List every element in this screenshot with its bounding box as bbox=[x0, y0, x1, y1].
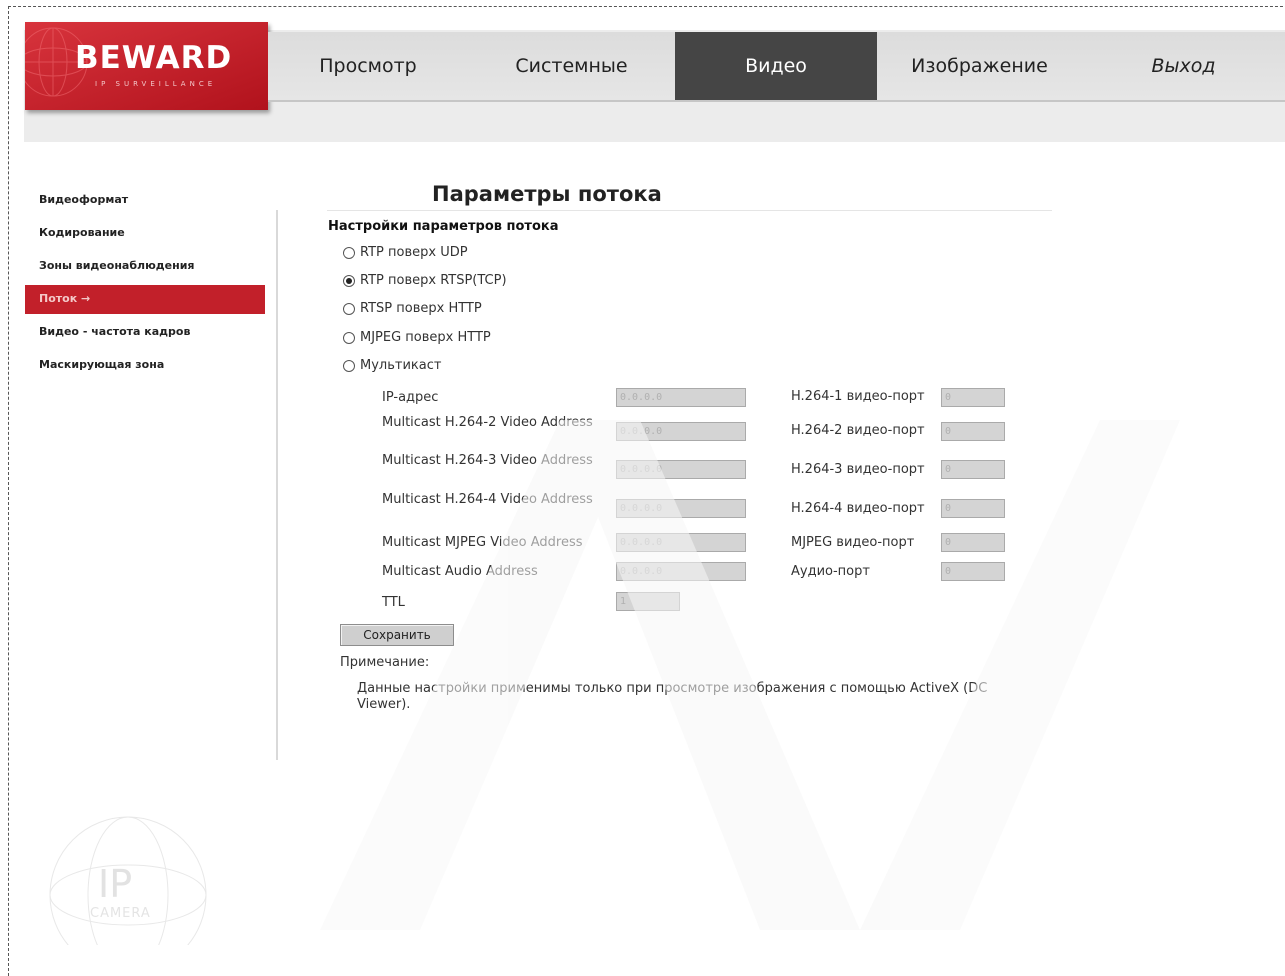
multicast-h264-4-label: Multicast H.264-4 Video Address bbox=[382, 492, 593, 507]
sidebar-item-encoding[interactable]: Кодирование bbox=[25, 219, 265, 252]
h264-4-port-label: H.264-4 видео-порт bbox=[791, 501, 925, 516]
tab-video[interactable]: Видео bbox=[675, 32, 877, 100]
radio-label: RTSP поверх HTTP bbox=[360, 301, 482, 316]
multicast-audio-label: Multicast Audio Address bbox=[382, 564, 538, 579]
logo-subtitle: IP SURVEILLANCE bbox=[95, 80, 217, 88]
logo-text: BEWARD bbox=[75, 40, 233, 76]
multicast-h264-4-input[interactable] bbox=[616, 499, 746, 518]
ttl-label: TTL bbox=[382, 595, 405, 610]
sidebar-divider bbox=[276, 210, 278, 760]
sidebar-item-stream[interactable]: Поток → bbox=[25, 285, 265, 314]
radio-button[interactable] bbox=[343, 274, 355, 287]
tab-system[interactable]: Системные bbox=[468, 32, 675, 100]
h264-4-port-input[interactable] bbox=[941, 499, 1005, 518]
multicast-ip-input[interactable] bbox=[616, 388, 746, 407]
audio-port-input[interactable] bbox=[941, 562, 1005, 581]
note-text: Данные настройки применимы только при пр… bbox=[357, 681, 988, 712]
h264-3-port-label: H.264-3 видео-порт bbox=[791, 462, 925, 477]
radio-label: RTP поверх UDP bbox=[360, 245, 468, 260]
multicast-mjpeg-label: Multicast MJPEG Video Address bbox=[382, 535, 583, 550]
h264-2-port-label: H.264-2 видео-порт bbox=[791, 423, 925, 438]
radio-button[interactable] bbox=[343, 359, 355, 372]
sidebar: Видеоформат Кодирование Зоны видеонаблюд… bbox=[25, 186, 265, 384]
protocol-option-rtsp-http[interactable]: RTSP поверх HTTP bbox=[343, 301, 482, 316]
sidebar-item-framerate[interactable]: Видео - частота кадров bbox=[25, 318, 265, 351]
radio-button[interactable] bbox=[343, 246, 355, 259]
top-navigation: Просмотр Системные Видео Изображение Вых… bbox=[268, 32, 1285, 102]
title-divider bbox=[327, 210, 1052, 211]
ip-badge-text: IP bbox=[98, 862, 133, 906]
protocol-option-multicast[interactable]: Мультикаст bbox=[343, 358, 441, 373]
page-title: Параметры потока bbox=[432, 182, 662, 206]
radio-label: RTP поверх RTSP(TCP) bbox=[360, 273, 507, 288]
save-button[interactable]: Сохранить bbox=[340, 624, 454, 646]
camera-badge-text: CAMERA bbox=[90, 906, 151, 921]
tab-view[interactable]: Просмотр bbox=[268, 32, 468, 100]
sidebar-item-surveillance-zones[interactable]: Зоны видеонаблюдения bbox=[25, 252, 265, 285]
radio-button[interactable] bbox=[343, 302, 355, 315]
h264-1-port-input[interactable] bbox=[941, 388, 1005, 407]
tab-exit[interactable]: Выход bbox=[1082, 32, 1285, 100]
audio-port-label: Аудио-порт bbox=[791, 564, 870, 579]
h264-3-port-input[interactable] bbox=[941, 460, 1005, 479]
multicast-ip-label: IP-адрес bbox=[382, 390, 439, 405]
section-title: Настройки параметров потока bbox=[328, 219, 559, 234]
h264-2-port-input[interactable] bbox=[941, 422, 1005, 441]
tab-image[interactable]: Изображение bbox=[877, 32, 1082, 100]
h264-1-port-label: H.264-1 видео-порт bbox=[791, 389, 925, 404]
note-label: Примечание: bbox=[340, 655, 430, 670]
radio-label: MJPEG поверх HTTP bbox=[360, 330, 491, 345]
multicast-h264-2-input[interactable] bbox=[616, 422, 746, 441]
protocol-option-mjpeg-http[interactable]: MJPEG поверх HTTP bbox=[343, 330, 491, 345]
protocol-option-rtp-udp[interactable]: RTP поверх UDP bbox=[343, 245, 468, 260]
multicast-mjpeg-input[interactable] bbox=[616, 533, 746, 552]
radio-label: Мультикаст bbox=[360, 358, 442, 373]
beward-logo[interactable]: BEWARD IP SURVEILLANCE bbox=[25, 22, 268, 110]
multicast-h264-3-label: Multicast H.264-3 Video Address bbox=[382, 453, 593, 468]
multicast-h264-2-label: Multicast H.264-2 Video Address bbox=[382, 415, 593, 430]
mjpeg-port-label: MJPEG видео-порт bbox=[791, 535, 915, 550]
mjpeg-port-input[interactable] bbox=[941, 533, 1005, 552]
radio-button[interactable] bbox=[343, 331, 355, 344]
ttl-input[interactable] bbox=[616, 592, 680, 611]
sidebar-item-privacy-mask[interactable]: Маскирующая зона bbox=[25, 351, 265, 384]
multicast-audio-input[interactable] bbox=[616, 562, 746, 581]
sidebar-item-videoformat[interactable]: Видеоформат bbox=[25, 186, 265, 219]
multicast-h264-3-input[interactable] bbox=[616, 460, 746, 479]
protocol-option-rtp-rtsp[interactable]: RTP поверх RTSP(TCP) bbox=[343, 273, 507, 288]
